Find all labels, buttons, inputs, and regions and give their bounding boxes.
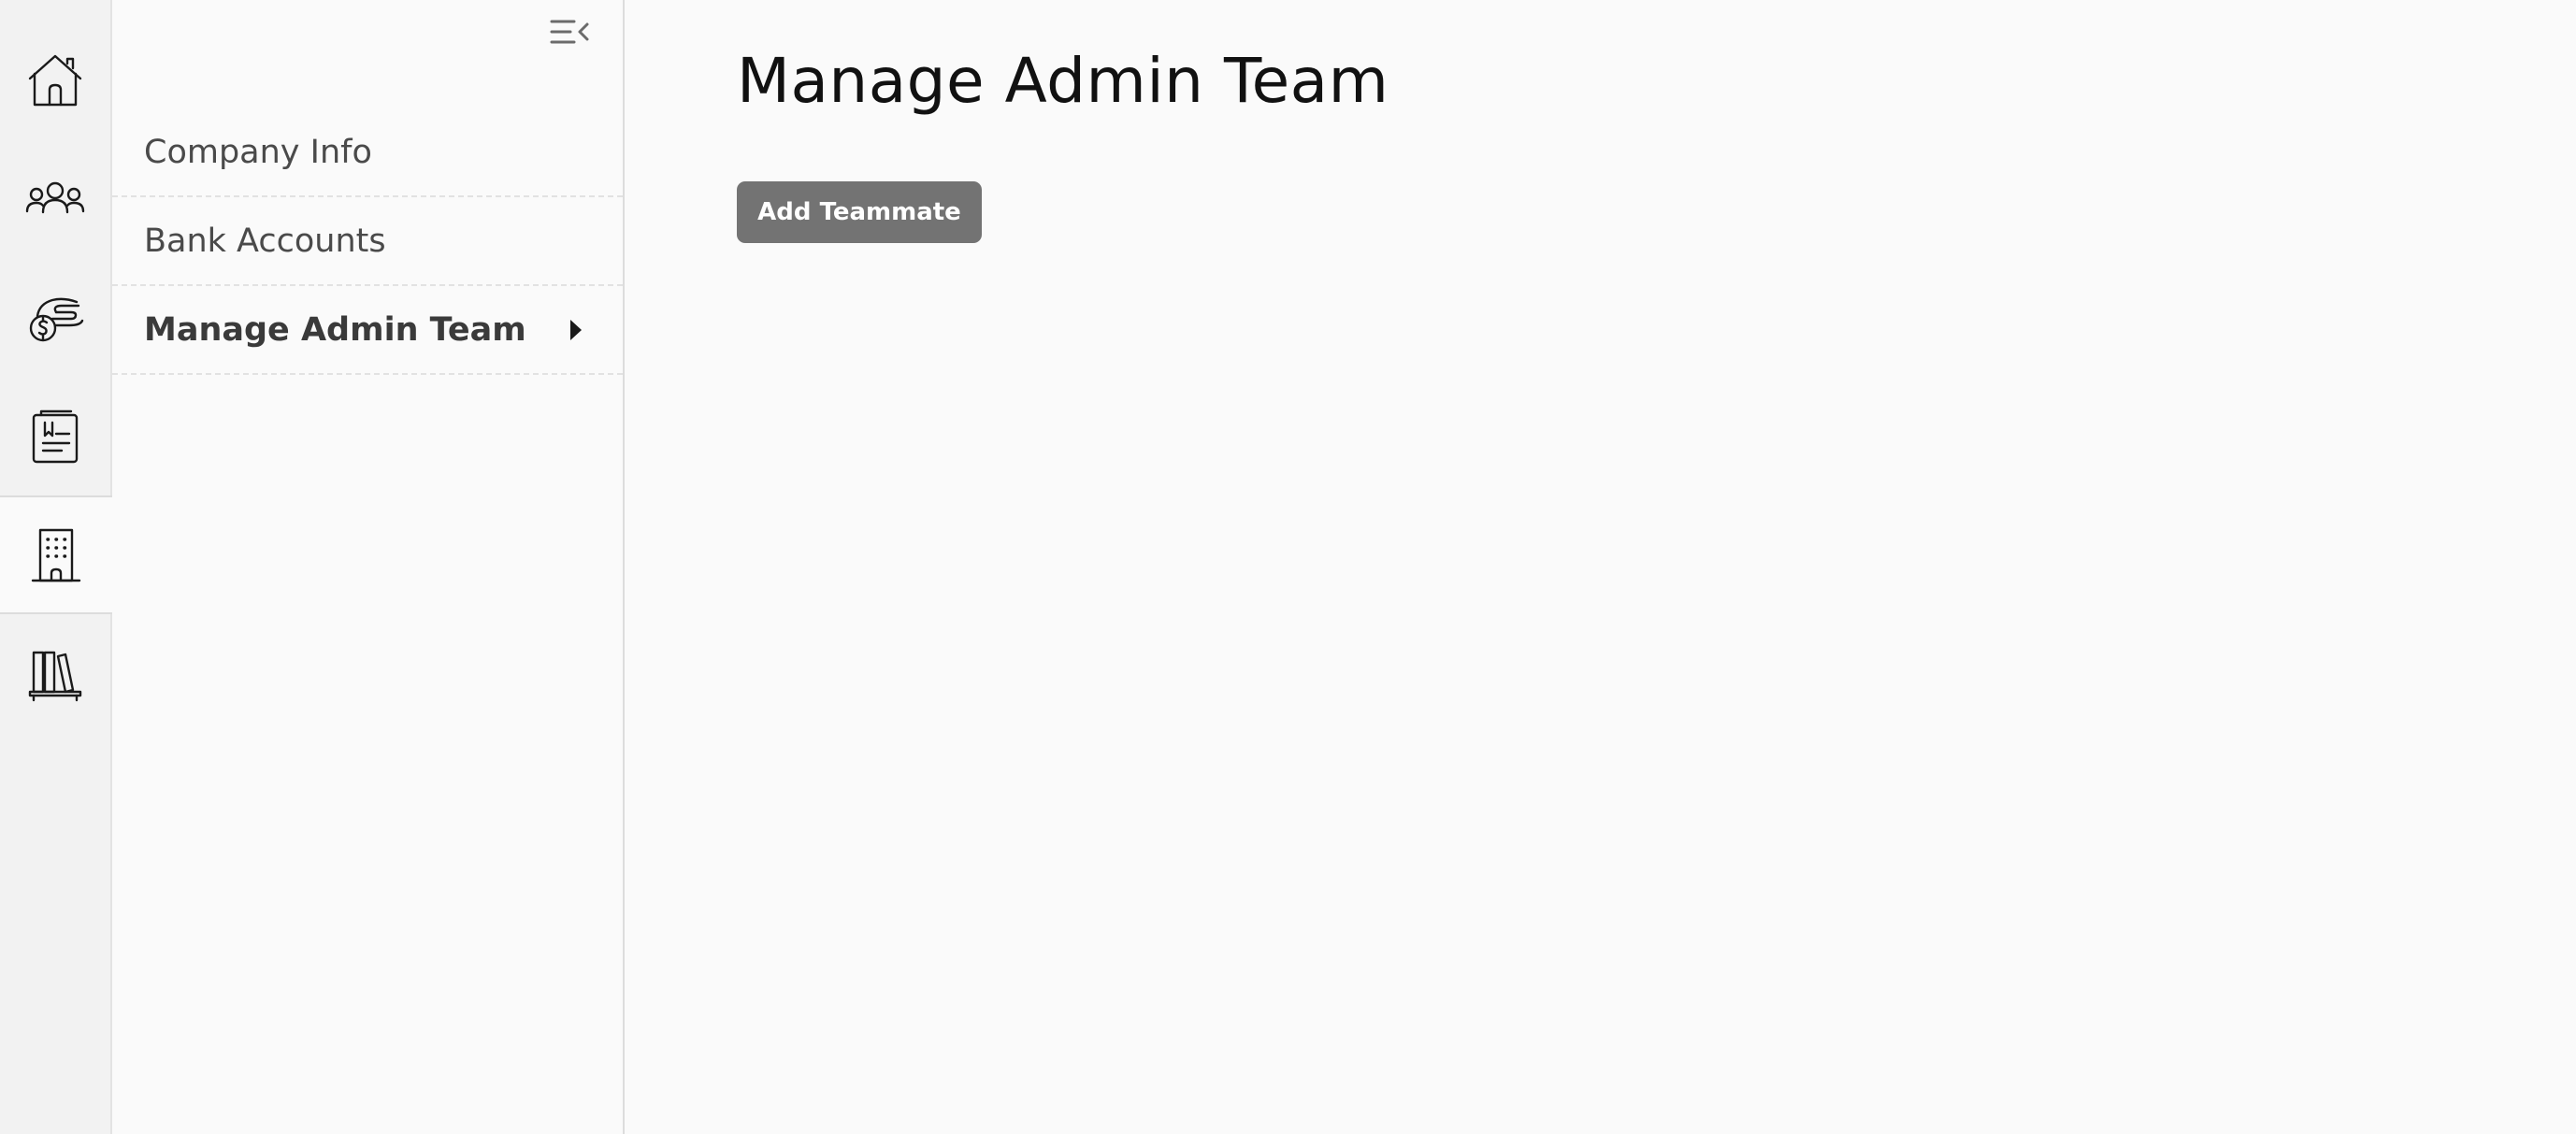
subnav-item-label: Company Info <box>144 133 372 171</box>
rail-item-company[interactable] <box>0 495 112 614</box>
main-content: Manage Admin Team Add Teammate <box>625 0 2576 1134</box>
home-icon <box>28 54 82 106</box>
people-icon <box>25 181 85 213</box>
subnav-item-manage-admin-team[interactable]: Manage Admin Team <box>112 286 623 375</box>
page-title: Manage Admin Team <box>737 45 1389 117</box>
collapse-sidebar-button[interactable] <box>544 13 597 50</box>
collapse-menu-icon <box>550 20 589 44</box>
library-icon <box>28 651 82 701</box>
settings-subnav: Company Info Bank Accounts Manage Admin … <box>112 0 625 1134</box>
subnav-item-bank-accounts[interactable]: Bank Accounts <box>112 197 623 286</box>
add-teammate-button[interactable]: Add Teammate <box>737 181 982 243</box>
rail-item-people[interactable] <box>0 139 110 258</box>
document-icon <box>32 409 79 463</box>
subnav-item-label: Manage Admin Team <box>144 310 526 349</box>
rail-item-payments[interactable] <box>0 258 110 377</box>
rail-item-documents[interactable] <box>0 377 110 495</box>
subnav-item-label: Bank Accounts <box>144 222 386 260</box>
hand-money-icon <box>29 297 84 341</box>
rail-item-home[interactable] <box>0 21 110 139</box>
subnav-list: Company Info Bank Accounts Manage Admin … <box>112 108 623 375</box>
icon-rail <box>0 0 112 1134</box>
rail-item-library[interactable] <box>0 614 110 733</box>
building-icon <box>31 528 81 581</box>
subnav-item-company-info[interactable]: Company Info <box>112 108 623 197</box>
caret-right-icon <box>570 319 582 340</box>
